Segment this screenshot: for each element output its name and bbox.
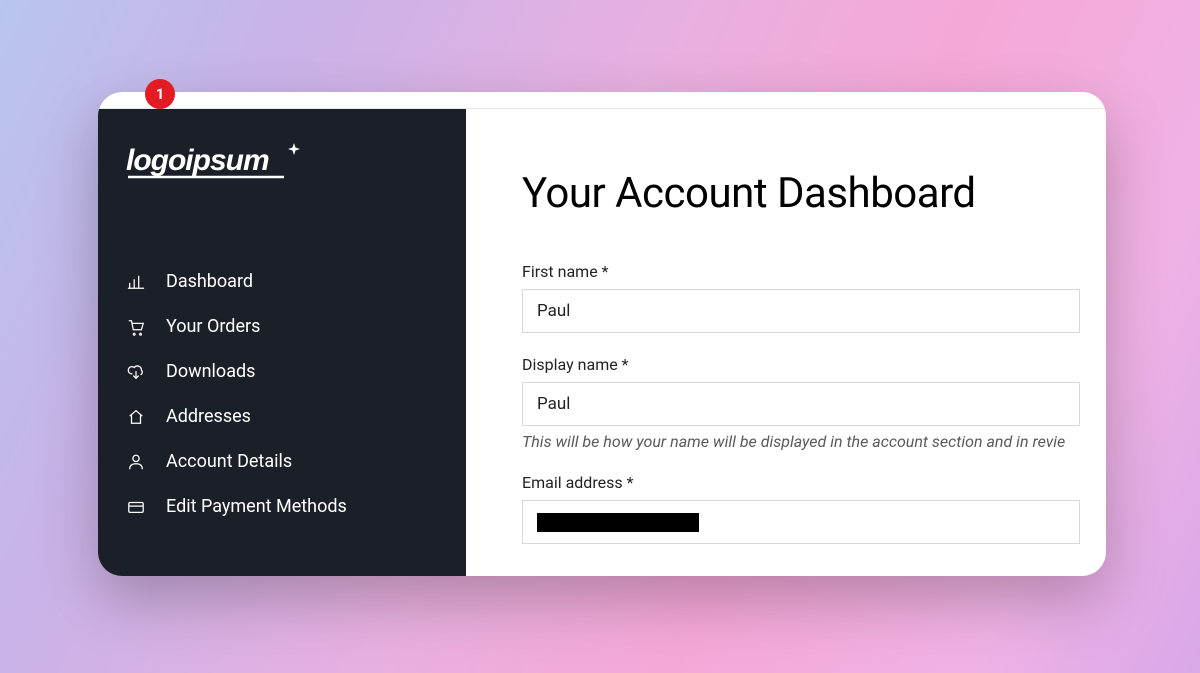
sidebar-item-label: Edit Payment Methods	[166, 496, 347, 517]
sidebar-item-label: Dashboard	[166, 271, 253, 292]
main-content: Your Account Dashboard First name * Disp…	[466, 92, 1106, 576]
credit-card-icon	[126, 497, 146, 517]
display-name-field: Display name * This will be how your nam…	[522, 355, 1106, 451]
cloud-download-icon	[126, 362, 146, 382]
cart-icon	[126, 317, 146, 337]
redacted-content	[537, 513, 699, 532]
sidebar-item-label: Your Orders	[166, 316, 260, 337]
annotation-badge: 1	[145, 79, 175, 109]
sidebar-item-label: Addresses	[166, 406, 251, 427]
dashboard-card: logoipsum Dashboard Your Orders	[98, 92, 1106, 576]
display-name-help: This will be how your name will be displ…	[522, 432, 1106, 451]
sidebar-item-downloads[interactable]: Downloads	[126, 349, 466, 394]
display-name-label: Display name *	[522, 355, 1106, 374]
sidebar-item-orders[interactable]: Your Orders	[126, 304, 466, 349]
first-name-field: First name *	[522, 262, 1106, 333]
email-field: Email address *	[522, 473, 1106, 544]
card-top-strip	[98, 92, 1106, 109]
sidebar-item-label: Account Details	[166, 451, 292, 472]
display-name-input[interactable]	[522, 382, 1080, 426]
sidebar-nav: Dashboard Your Orders Downloads Addresse…	[98, 259, 466, 529]
home-icon	[126, 407, 146, 427]
email-label: Email address *	[522, 473, 1106, 492]
sidebar-item-label: Downloads	[166, 361, 255, 382]
email-input[interactable]	[522, 500, 1080, 544]
first-name-label: First name *	[522, 262, 1106, 281]
sidebar-item-payment-methods[interactable]: Edit Payment Methods	[126, 484, 466, 529]
sidebar: logoipsum Dashboard Your Orders	[98, 92, 466, 576]
sidebar-item-dashboard[interactable]: Dashboard	[126, 259, 466, 304]
logoipsum-logo-icon: logoipsum	[126, 137, 316, 189]
user-icon	[126, 452, 146, 472]
svg-text:logoipsum: logoipsum	[126, 144, 269, 177]
page-title: Your Account Dashboard	[522, 169, 1106, 218]
first-name-input[interactable]	[522, 289, 1080, 333]
logo: logoipsum	[98, 109, 466, 199]
bar-chart-icon	[126, 272, 146, 292]
sidebar-item-addresses[interactable]: Addresses	[126, 394, 466, 439]
sidebar-item-account-details[interactable]: Account Details	[126, 439, 466, 484]
